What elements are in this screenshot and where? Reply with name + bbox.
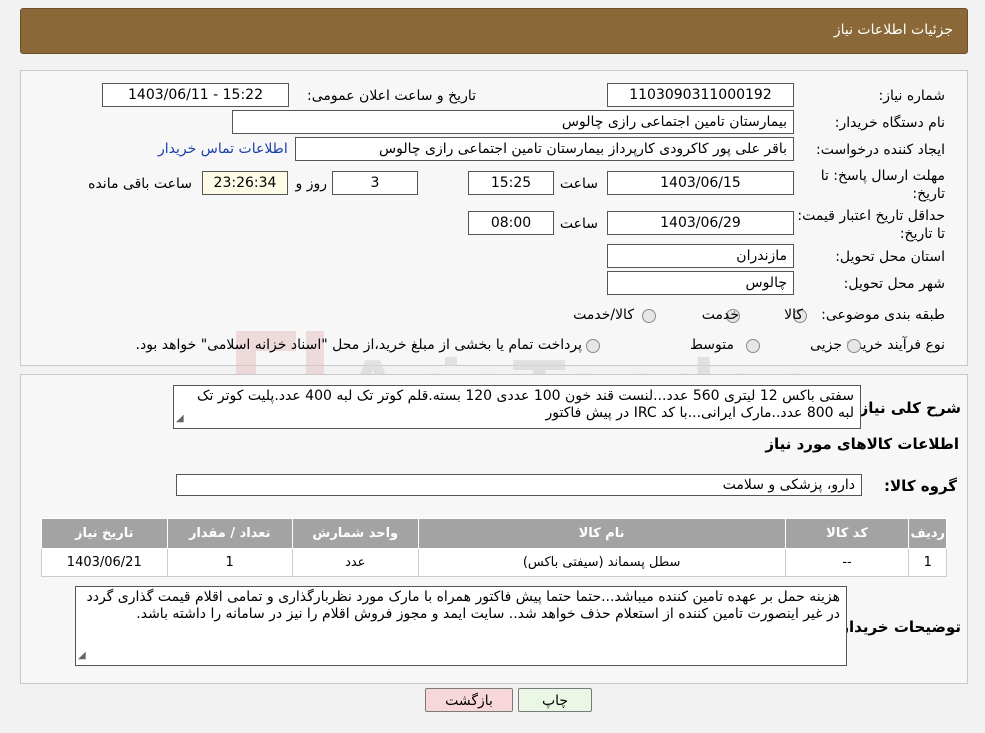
province-label: استان محل تحویل: — [835, 249, 945, 265]
remaining-time-field: 23:26:34 — [202, 171, 288, 195]
items-table-header: ردیف کد کالا نام کالا واحد شمارش تعداد /… — [41, 518, 947, 549]
buyer-org-label: نام دستگاه خریدار: — [834, 115, 945, 131]
validity-time-label: ساعت — [559, 216, 598, 232]
validity-time-field: 08:00 — [468, 211, 554, 235]
category-label: طبقه بندی موضوعی: — [821, 307, 945, 323]
summary-text: سفتی باکس 12 لیتری 560 عدد...لنست قند خو… — [196, 388, 854, 421]
summary-textarea: سفتی باکس 12 لیتری 560 عدد...لنست قند خو… — [173, 385, 861, 429]
cell-unit: عدد — [291, 548, 419, 577]
validity-date-field: 1403/06/29 — [607, 211, 794, 235]
items-section-title: اطلاعات کالاهای مورد نیاز — [765, 435, 959, 453]
col-name: نام کالا — [417, 518, 786, 549]
print-button[interactable]: چاپ — [518, 688, 592, 712]
category-radio-goods-service[interactable] — [642, 309, 656, 323]
process-radio-treasury[interactable] — [586, 339, 600, 353]
process-option-minor: جزیی — [810, 337, 842, 353]
need-number-field: 1103090311000192 — [607, 83, 794, 107]
need-details-panel: شرح کلی نیاز: سفتی باکس 12 لیتری 560 عدد… — [20, 374, 968, 684]
buyer-contact-link[interactable]: اطلاعات تماس خریدار — [158, 141, 288, 157]
back-button[interactable]: بازگشت — [425, 688, 513, 712]
items-table: ردیف کد کالا نام کالا واحد شمارش تعداد /… — [41, 518, 947, 577]
resize-grip-icon[interactable]: ◢ — [78, 647, 86, 664]
cell-name: سطل پسماند (سیفتی باکس) — [417, 548, 786, 577]
deadline-label: مهلت ارسال پاسخ: تا تاریخ: — [820, 168, 945, 202]
table-row: 1 -- سطل پسماند (سیفتی باکس) عدد 1 1403/… — [41, 548, 947, 577]
category-option-goods-service: کالا/خدمت — [573, 307, 634, 323]
col-need-date: تاریخ نیاز — [41, 518, 168, 549]
col-quantity: تعداد / مقدار — [166, 518, 293, 549]
province-field: مازندران — [607, 244, 794, 268]
city-label: شهر محل تحویل: — [843, 276, 945, 292]
cell-code: -- — [784, 548, 910, 577]
col-row: ردیف — [908, 518, 947, 549]
buyer-notes-textarea: هزینه حمل بر عهده تامین کننده میباشد...ح… — [75, 586, 847, 666]
summary-label: شرح کلی نیاز: — [853, 399, 961, 417]
process-option-medium: متوسط — [690, 337, 734, 353]
remaining-time-label: ساعت باقی مانده — [88, 176, 192, 192]
goods-group-field: دارو، پزشکی و سلامت — [176, 474, 862, 496]
resize-grip-icon[interactable]: ◢ — [176, 410, 184, 427]
col-unit: واحد شمارش — [291, 518, 419, 549]
goods-group-label: گروه کالا: — [884, 477, 957, 495]
deadline-date-field: 1403/06/15 — [607, 171, 794, 195]
validity-label: حداقل تاریخ اعتبار قیمت: تا تاریخ: — [797, 208, 945, 242]
announce-datetime-field: 1403/06/11 - 15:22 — [102, 83, 289, 107]
process-radio-minor[interactable] — [847, 339, 861, 353]
deadline-days-field: 3 — [332, 171, 418, 195]
cell-quantity: 1 — [166, 548, 293, 577]
process-radio-medium[interactable] — [746, 339, 760, 353]
need-info-panel: AriaTender.neT شماره نیاز: 1103090311000… — [20, 70, 968, 441]
page-header: جزئیات اطلاعات نیاز — [20, 8, 968, 54]
deadline-time-field: 15:25 — [468, 171, 554, 195]
category-option-goods: کالا — [784, 307, 803, 323]
page-title: جزئیات اطلاعات نیاز — [833, 22, 953, 38]
buyer-notes-text: هزینه حمل بر عهده تامین کننده میباشد...ح… — [86, 589, 840, 622]
category-option-service: خدمت — [701, 307, 739, 323]
requester-field: باقر علی پور کاکرودی کارپرداز بیمارستان … — [295, 137, 794, 161]
requester-label: ایجاد کننده درخواست: — [816, 142, 945, 158]
announce-datetime-label: تاریخ و ساعت اعلان عمومی: — [307, 88, 476, 104]
deadline-time-label: ساعت — [559, 176, 598, 192]
city-field: چالوس — [607, 271, 794, 295]
col-code: کد کالا — [784, 518, 910, 549]
process-treasury-note: پرداخت تمام یا بخشی از مبلغ خرید،از محل … — [135, 337, 582, 353]
cell-need-date: 1403/06/21 — [41, 548, 168, 577]
deadline-days-label: روز و — [295, 176, 328, 192]
buyer-org-field: بیمارستان تامین اجتماعی رازی چالوس — [232, 110, 794, 134]
buyer-notes-label: توضیحات خریدار: — [834, 618, 961, 636]
need-number-label: شماره نیاز: — [878, 88, 946, 104]
cell-row: 1 — [908, 548, 947, 577]
